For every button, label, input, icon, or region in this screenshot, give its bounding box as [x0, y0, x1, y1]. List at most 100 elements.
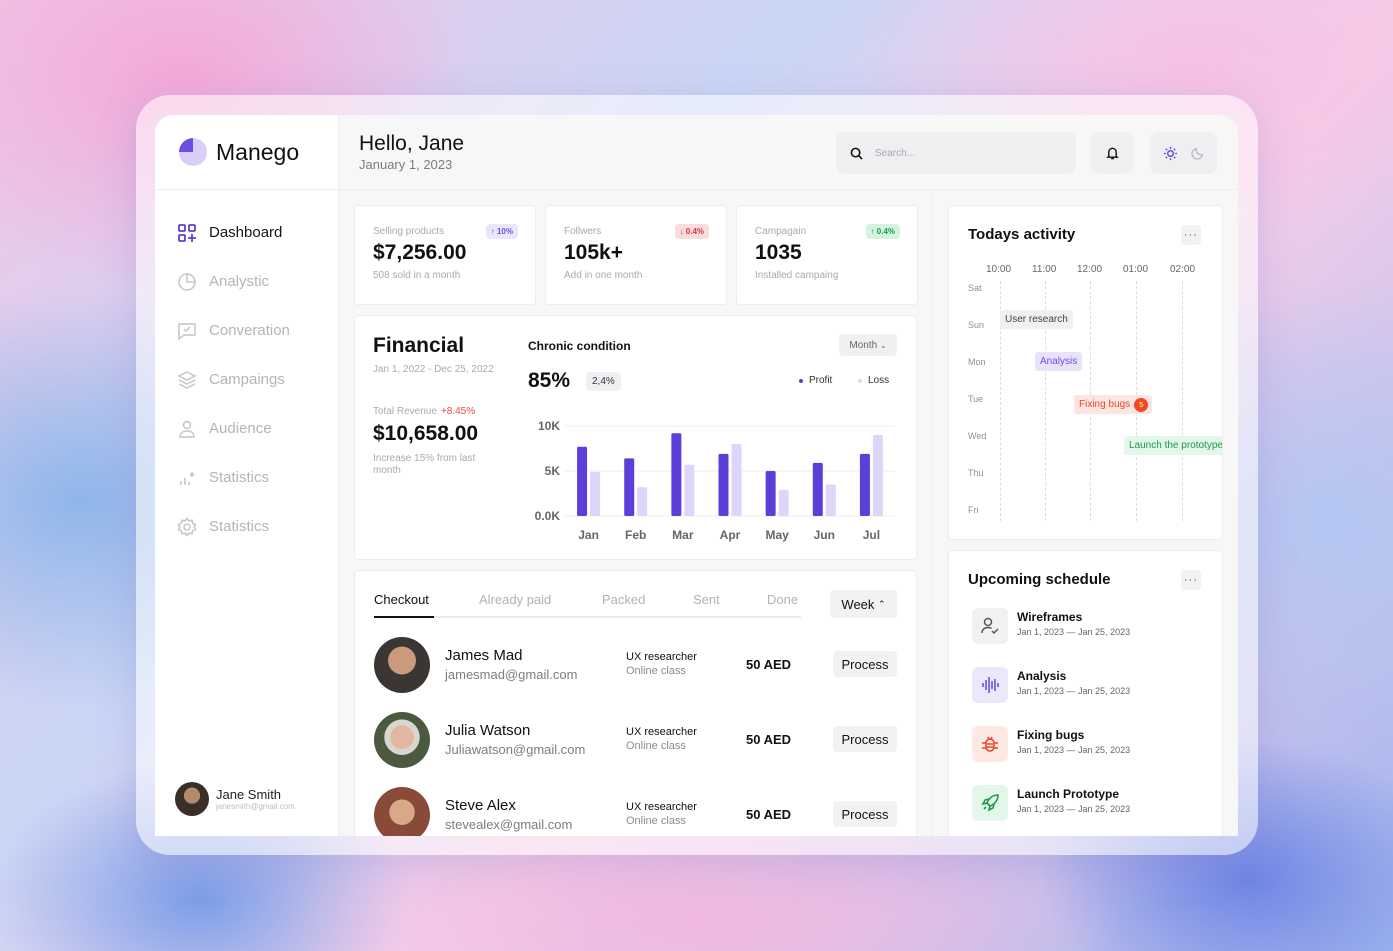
stat-sub: 508 sold in a month — [373, 270, 461, 281]
sidebar-item-statistics[interactable]: Statistics — [155, 453, 338, 502]
logo-icon — [179, 138, 207, 166]
schedule-date: Jan 1, 2023 — Jan 25, 2023 — [1017, 627, 1131, 637]
bar-profit-jan[interactable] — [577, 446, 588, 516]
avatar — [374, 637, 430, 693]
bar-profit-jun[interactable] — [812, 462, 823, 516]
month-select[interactable]: Month ⌄ — [839, 334, 897, 356]
chart-title: Chronic condition — [528, 339, 631, 353]
sidebar-nav: Dashboard Analystic Converation Campaing… — [155, 190, 338, 551]
order-amount: 50 AED — [746, 657, 792, 672]
y-tick-label: 5K — [545, 464, 561, 478]
event-launch-prototype[interactable]: Launch the prototype — [1124, 436, 1222, 455]
sidebar-item-label: Converation — [209, 322, 290, 339]
revenue-value: $10,658.00 — [373, 422, 479, 445]
schedule-item[interactable]: Launch Prototype Jan 1, 2023 — Jan 25, 2… — [972, 783, 1202, 823]
person-type: Online class — [626, 740, 686, 752]
bar-loss-jan[interactable] — [590, 471, 601, 516]
bar-profit-apr[interactable] — [718, 453, 729, 516]
notifications-button[interactable] — [1091, 132, 1133, 174]
x-tick-label: Jul — [863, 528, 880, 542]
bar-loss-may[interactable] — [778, 489, 789, 516]
table-row[interactable]: Julia Watson Juliawatson@gmail.com UX re… — [374, 712, 898, 768]
process-button[interactable]: Process — [833, 726, 897, 752]
app-window: Manego Dashboard Analystic Converation C… — [155, 115, 1238, 836]
schedule-title: Upcoming schedule — [968, 571, 1111, 588]
search-placeholder: Search... — [875, 147, 916, 159]
legend-profit: Profit — [799, 375, 832, 386]
event-analysis[interactable]: Analysis — [1035, 352, 1083, 371]
user-email: janesmith@gmail.com — [216, 802, 295, 811]
bar-profit-may[interactable] — [765, 471, 776, 516]
schedule-card: Upcoming schedule ··· Wireframes Jan 1, … — [948, 550, 1223, 836]
topbar: Hello, Jane January 1, 2023 Search... — [339, 115, 1238, 190]
week-select[interactable]: Week ⌃ — [830, 590, 897, 618]
process-button[interactable]: Process — [833, 651, 897, 677]
avatar — [374, 712, 430, 768]
schedule-item[interactable]: Analysis Jan 1, 2023 — Jan 25, 2023 — [972, 665, 1202, 705]
chevron-down-icon: ⌄ — [879, 340, 887, 350]
schedule-item[interactable]: Wireframes Jan 1, 2023 — Jan 25, 2023 — [972, 606, 1202, 646]
bar-profit-jul[interactable] — [859, 453, 870, 516]
sidebar-item-converation[interactable]: Converation — [155, 306, 338, 355]
bar-loss-feb[interactable] — [637, 487, 648, 516]
sidebar-item-dashboard[interactable]: Dashboard — [155, 208, 338, 257]
stat-sub: Add in one month — [564, 270, 643, 281]
more-button[interactable]: ··· — [1181, 570, 1201, 590]
sidebar-item-label: Audience — [209, 420, 272, 437]
table-row[interactable]: Steve Alex stevealex@gmail.com UX resear… — [374, 787, 898, 836]
bar-profit-mar[interactable] — [671, 433, 682, 516]
tab-checkout[interactable]: Checkout — [374, 592, 429, 607]
time-label: 01:00 — [1123, 264, 1149, 275]
activity-title: Todays activity — [968, 226, 1076, 243]
person-role: UX researcher — [626, 726, 697, 738]
tab-already-paid[interactable]: Already paid — [479, 592, 551, 607]
process-button[interactable]: Process — [833, 801, 897, 827]
stat-card-campaign[interactable]: Campagain 1035 Installed campaing ↑ 0.4% — [736, 205, 918, 305]
schedule-name: Fixing bugs — [1017, 728, 1085, 742]
layers-icon — [177, 370, 197, 390]
theme-toggle[interactable] — [1150, 132, 1217, 174]
order-tabs: Checkout Already paid Packed Sent Done — [374, 586, 801, 618]
tab-sent[interactable]: Sent — [693, 592, 720, 607]
gear-icon — [177, 516, 197, 537]
bar-loss-jun[interactable] — [825, 484, 836, 517]
day-label: Sat — [968, 283, 982, 293]
status-badge: ↑ 10% — [485, 224, 518, 239]
event-user-research[interactable]: User research — [1000, 310, 1073, 329]
x-tick-label: Jan — [578, 528, 599, 542]
schedule-date: Jan 1, 2023 — Jan 25, 2023 — [1017, 686, 1131, 696]
search-input[interactable]: Search... — [836, 132, 1076, 174]
day-label: Thu — [968, 468, 984, 478]
event-fixing-bugs[interactable]: Fixing bugs 5 — [1074, 395, 1153, 414]
bug-icon — [972, 726, 1008, 762]
bar-loss-jul[interactable] — [872, 435, 883, 516]
sidebar: Manego Dashboard Analystic Converation C… — [155, 115, 339, 836]
sidebar-item-label: Dashboard — [209, 224, 283, 241]
brand[interactable]: Manego — [155, 115, 338, 190]
sidebar-item-audience[interactable]: Audience — [155, 404, 338, 453]
current-date: January 1, 2023 — [359, 157, 453, 172]
current-user[interactable]: Jane Smith janesmith@gmail.com — [175, 782, 295, 816]
sidebar-item-campaings[interactable]: Campaings — [155, 355, 338, 404]
tab-done[interactable]: Done — [767, 592, 798, 607]
order-amount: 50 AED — [746, 807, 792, 822]
stat-value: $7,256.00 — [373, 241, 467, 264]
sidebar-item-statistics-settings[interactable]: Statistics — [155, 502, 338, 551]
day-label: Fri — [968, 505, 979, 515]
moon-icon[interactable] — [1190, 146, 1205, 160]
stat-card-selling[interactable]: Selling products $7,256.00 508 sold in a… — [354, 205, 536, 305]
bar-loss-mar[interactable] — [684, 464, 695, 516]
schedule-item[interactable]: Fixing bugs Jan 1, 2023 — Jan 25, 2023 — [972, 724, 1202, 764]
bell-icon — [1105, 147, 1119, 160]
tab-packed[interactable]: Packed — [602, 592, 645, 607]
sun-icon[interactable] — [1163, 146, 1178, 161]
active-tab-indicator — [374, 616, 434, 618]
table-row[interactable]: James Mad jamesmad@gmail.com UX research… — [374, 637, 898, 693]
time-label: 10:00 — [986, 264, 1012, 275]
bar-loss-apr[interactable] — [731, 444, 742, 516]
stat-card-followers[interactable]: Follwers 105k+ Add in one month ↓ 0.4% — [545, 205, 727, 305]
stat-value: 1035 — [755, 241, 802, 264]
more-button[interactable]: ··· — [1181, 225, 1201, 245]
sidebar-item-analystic[interactable]: Analystic — [155, 257, 338, 306]
bar-profit-feb[interactable] — [624, 458, 635, 516]
